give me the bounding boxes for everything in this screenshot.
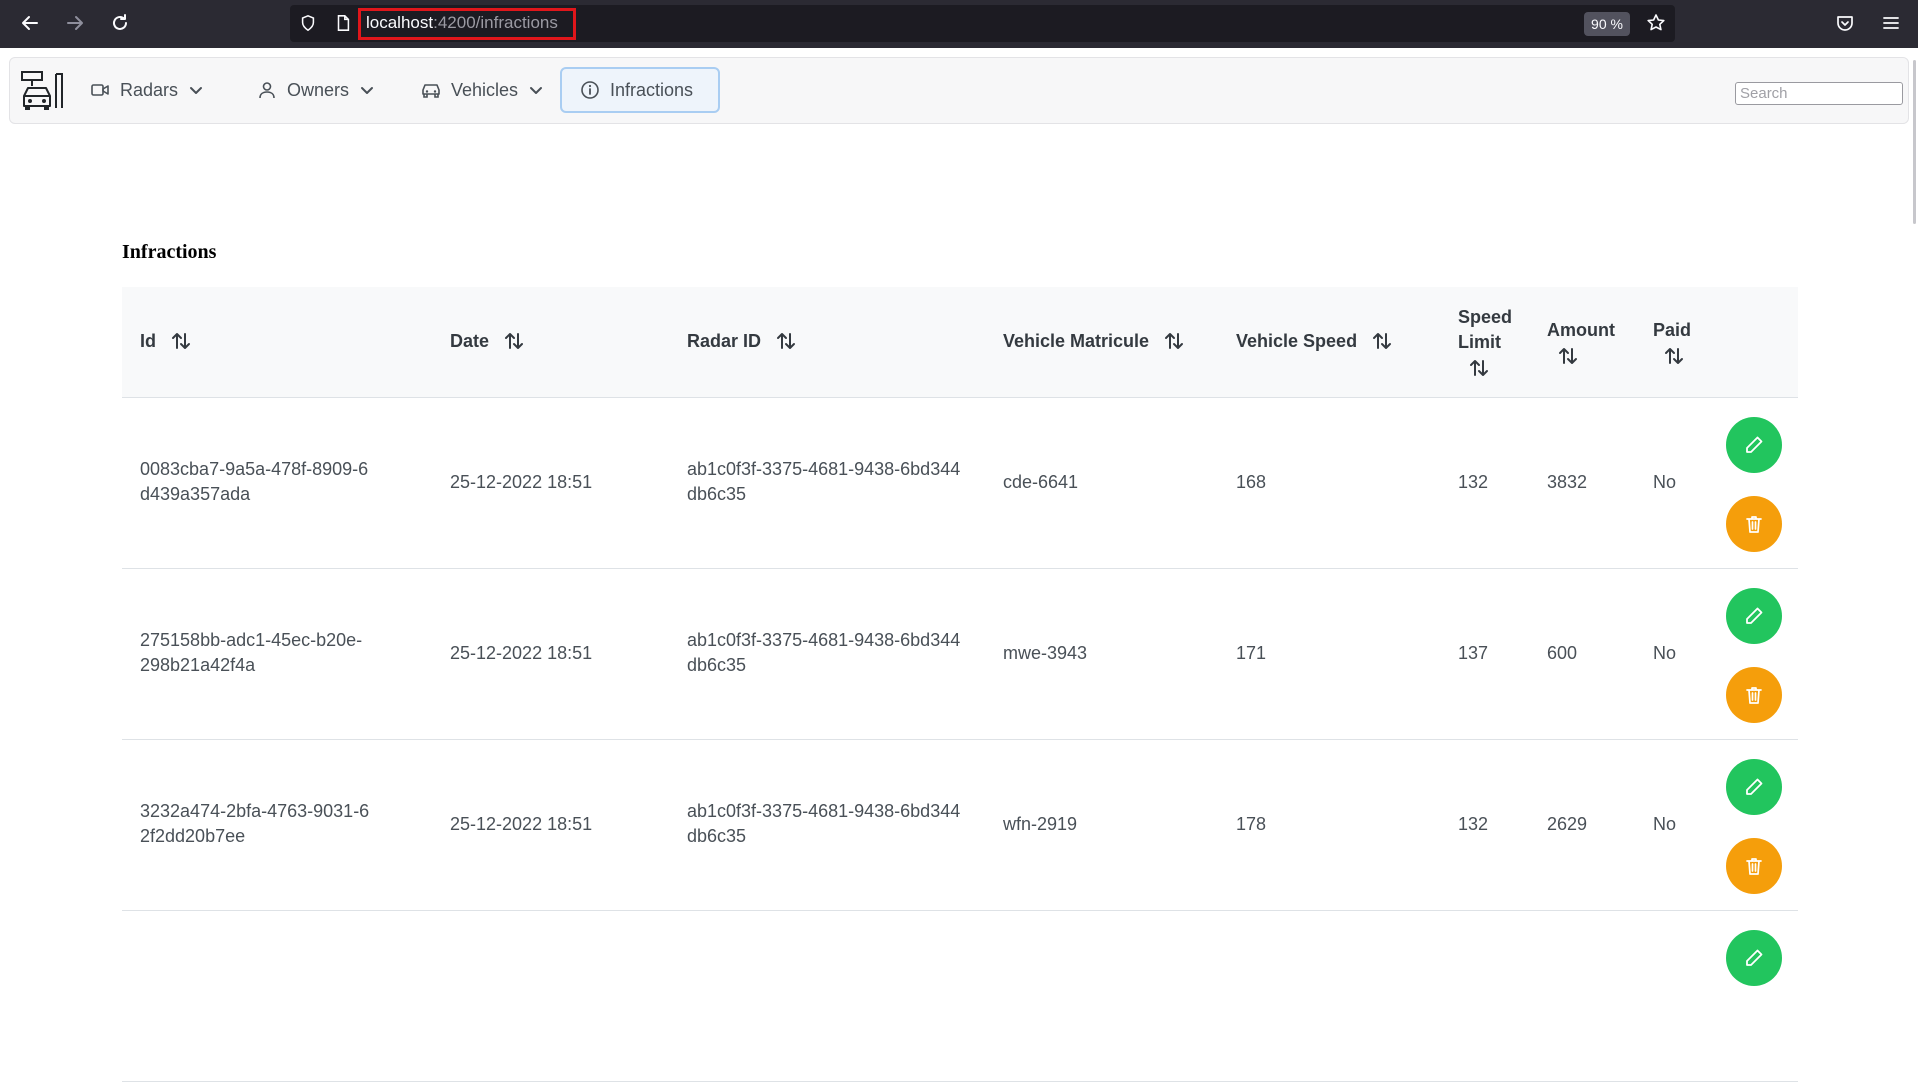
sort-icon — [1665, 348, 1683, 364]
column-header-id[interactable]: Id — [140, 330, 192, 352]
cell-date: 25-12-2022 18:51 — [450, 643, 593, 663]
table-header: Id Date Radar ID Vehicle Matricule Vehic… — [122, 287, 1798, 398]
forward-button[interactable] — [60, 8, 90, 38]
edit-button[interactable] — [1726, 759, 1782, 815]
info-circle-icon — [581, 81, 599, 99]
trash-icon — [1746, 516, 1762, 533]
pocket-icon[interactable] — [1833, 11, 1857, 35]
nav-item-owners[interactable]: Owners — [239, 67, 393, 113]
delete-button[interactable] — [1726, 496, 1782, 552]
nav-item-label: Vehicles — [451, 79, 519, 100]
pencil-icon — [1746, 436, 1763, 453]
sort-icon — [1559, 348, 1577, 364]
menu-icon[interactable] — [1879, 11, 1903, 35]
reload-button[interactable] — [105, 8, 135, 38]
sort-icon — [777, 333, 796, 349]
cell-date: 25-12-2022 18:51 — [450, 472, 593, 492]
sort-icon — [505, 333, 524, 349]
sort-icon — [172, 333, 190, 349]
cell-paid: No — [1653, 643, 1677, 663]
cell-amount: 2629 — [1547, 814, 1588, 834]
cell-speed-limit: 132 — [1458, 472, 1489, 492]
search-input[interactable] — [1735, 82, 1903, 105]
nav-item-label: Infractions — [610, 79, 694, 100]
arrow-right-icon — [67, 16, 83, 30]
cell-speed-limit: 137 — [1458, 643, 1489, 663]
person-icon — [259, 82, 275, 99]
nav-item-label: Owners — [287, 79, 350, 100]
table-row — [122, 911, 1798, 1082]
pencil-icon — [1746, 778, 1763, 795]
app-navbar: Radars Owners Vehicles Infractions — [9, 57, 1909, 124]
column-header-vehicle-matricule[interactable]: Vehicle Matricule — [1003, 330, 1185, 352]
arrow-left-icon — [22, 16, 38, 30]
column-header-paid[interactable]: Paid — [1653, 318, 1691, 367]
page-icon[interactable] — [333, 13, 353, 33]
scrollbar-thumb[interactable] — [1913, 60, 1916, 224]
column-header-radar-id[interactable]: Radar ID — [687, 330, 797, 352]
browser-toolbar: localhost:4200/infractions 90 % — [0, 0, 1918, 48]
radar-car-logo-icon[interactable] — [20, 70, 66, 112]
cell-radar-id: ab1c0f3f-3375-4681-9438-6bd344db6c35 — [687, 630, 961, 675]
trash-icon — [1746, 687, 1762, 704]
pencil-icon — [1746, 607, 1763, 624]
url-text[interactable]: localhost:4200/infractions — [366, 13, 558, 33]
nav-item-radars[interactable]: Radars — [72, 67, 222, 113]
cell-date: 25-12-2022 18:51 — [450, 814, 593, 834]
sort-icon — [1470, 360, 1488, 376]
cell-matricule: mwe-3943 — [1003, 643, 1088, 663]
delete-button[interactable] — [1726, 667, 1782, 723]
chevron-down-icon — [530, 87, 543, 94]
cell-matricule: cde-6641 — [1003, 472, 1079, 492]
video-camera-icon — [91, 84, 109, 96]
shield-icon[interactable] — [298, 13, 318, 33]
edit-button[interactable] — [1726, 417, 1782, 473]
pencil-icon — [1746, 949, 1763, 966]
delete-button[interactable] — [1726, 838, 1782, 894]
column-header-date[interactable]: Date — [450, 330, 525, 352]
column-header-vehicle-speed[interactable]: Vehicle Speed — [1236, 330, 1393, 352]
column-header-speed-limit[interactable]: Speed Limit — [1458, 305, 1512, 379]
cell-radar-id: ab1c0f3f-3375-4681-9438-6bd344db6c35 — [687, 459, 961, 504]
cell-radar-id: ab1c0f3f-3375-4681-9438-6bd344db6c35 — [687, 801, 961, 846]
sort-icon — [1373, 333, 1392, 349]
nav-item-label: Radars — [120, 79, 179, 100]
cell-speed-limit: 132 — [1458, 814, 1489, 834]
cell-id: 275158bb-adc1-45ec-b20e-298b21a42f4a — [140, 630, 363, 675]
page-title: Infractions — [122, 241, 217, 263]
column-header-amount[interactable]: Amount — [1547, 318, 1615, 367]
sort-icon — [1165, 333, 1184, 349]
cell-paid: No — [1653, 472, 1677, 492]
table-row: 0083cba7-9a5a-478f-8909-6d439a357ada 25-… — [122, 398, 1798, 569]
bookmark-star-icon[interactable] — [1644, 11, 1668, 35]
table-row: 3232a474-2bfa-4763-9031-62f2dd20b7ee 25-… — [122, 740, 1798, 911]
cell-vehicle-speed: 168 — [1236, 472, 1267, 492]
table-row: 275158bb-adc1-45ec-b20e-298b21a42f4a 25-… — [122, 569, 1798, 740]
cell-amount: 600 — [1547, 643, 1578, 663]
back-button[interactable] — [15, 8, 45, 38]
chevron-down-icon — [361, 87, 374, 94]
cell-vehicle-speed: 171 — [1236, 643, 1267, 663]
cell-id: 0083cba7-9a5a-478f-8909-6d439a357ada — [140, 459, 369, 504]
car-icon — [422, 84, 440, 98]
cell-paid: No — [1653, 814, 1677, 834]
cell-amount: 3832 — [1547, 472, 1588, 492]
infractions-table: Id Date Radar ID Vehicle Matricule Vehic… — [122, 287, 1798, 1082]
cell-vehicle-speed: 178 — [1236, 814, 1267, 834]
trash-icon — [1746, 858, 1762, 875]
chevron-down-icon — [190, 87, 203, 94]
reload-icon — [113, 14, 127, 30]
nav-item-vehicles[interactable]: Vehicles — [403, 67, 562, 113]
nav-item-infractions[interactable]: Infractions — [560, 67, 720, 113]
zoom-level-badge[interactable]: 90 % — [1584, 12, 1630, 36]
cell-matricule: wfn-2919 — [1003, 814, 1078, 834]
cell-id: 3232a474-2bfa-4763-9031-62f2dd20b7ee — [140, 801, 370, 846]
edit-button[interactable] — [1726, 588, 1782, 644]
edit-button[interactable] — [1726, 930, 1782, 986]
